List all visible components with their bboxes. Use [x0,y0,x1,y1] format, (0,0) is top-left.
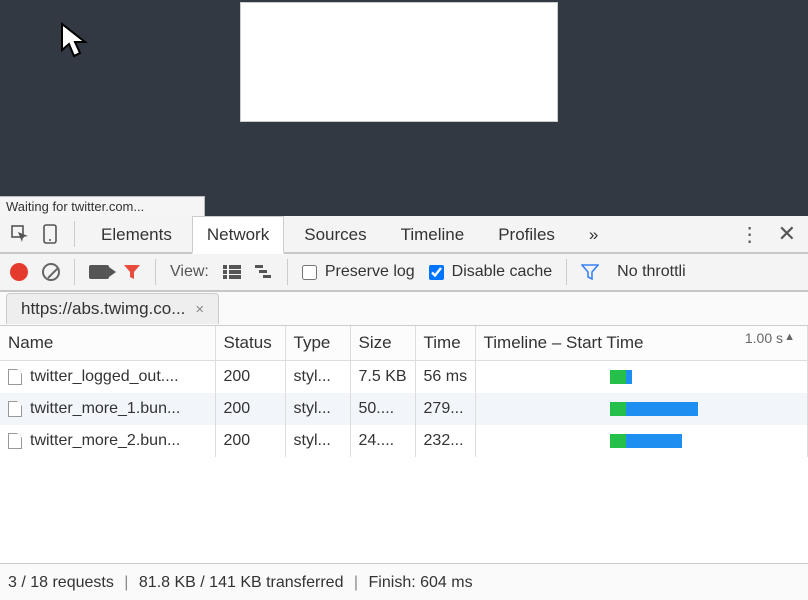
table-row[interactable]: twitter_more_2.bun...200styl...24....232… [0,425,808,457]
footer-transferred: 81.8 KB / 141 KB transferred [139,574,344,591]
tab-profiles[interactable]: Profiles [484,217,569,252]
timeline-wait-bar [610,370,626,384]
cell-timeline [476,425,808,457]
devtools-tabs-bar: Elements Network Sources Timeline Profil… [0,216,808,254]
col-header-size[interactable]: Size [350,326,415,361]
timeline-wait-bar [610,402,626,416]
col-header-status[interactable]: Status [215,326,285,361]
tab-sources[interactable]: Sources [290,217,380,252]
timeline-download-bar [626,370,632,384]
file-icon [8,433,22,449]
disable-cache-label: Disable cache [452,263,553,281]
browser-status-text: Waiting for twitter.com... [0,196,205,216]
throttle-filter-icon[interactable] [581,263,599,281]
cell-status: 200 [215,425,285,457]
network-status-bar: 3 / 18 requests | 81.8 KB / 141 KB trans… [0,563,808,600]
cell-status: 200 [215,361,285,393]
separator [287,259,288,285]
mouse-cursor-icon [60,22,90,58]
cell-status: 200 [215,393,285,425]
cell-size: 7.5 KB [350,361,415,393]
table-row[interactable]: twitter_more_1.bun...200styl...50....279… [0,393,808,425]
view-list-icon[interactable] [223,265,241,279]
screenshot-button-icon[interactable] [89,265,109,279]
cell-time: 56 ms [415,361,476,393]
col-header-time[interactable]: Time [415,326,475,361]
browser-viewport: Waiting for twitter.com... [0,0,808,216]
col-header-type[interactable]: Type [285,326,350,361]
col-header-timeline-label: Timeline – Start Time [484,333,644,352]
disable-cache-checkbox[interactable]: Disable cache [429,263,553,281]
cell-type: styl... [285,393,350,425]
disable-cache-input[interactable] [429,265,444,280]
separator [155,259,156,285]
cell-name: twitter_logged_out.... [0,361,215,393]
preserve-log-checkbox[interactable]: Preserve log [302,263,415,281]
timeline-wait-bar [610,434,626,448]
footer-finish: Finish: 604 ms [369,574,473,591]
cell-type: styl... [285,361,350,393]
network-table-body: twitter_logged_out....200styl...7.5 KB56… [0,361,808,457]
cell-time: 279... [415,393,476,425]
cell-name: twitter_more_1.bun... [0,393,215,425]
cell-type: styl... [285,425,350,457]
tab-network[interactable]: Network [192,216,284,254]
timeline-tick-label: 1.00 s [745,330,783,346]
cell-timeline [476,393,808,425]
cell-size: 50.... [350,393,415,425]
timeline-download-bar [626,402,698,416]
tab-overflow[interactable]: » [575,217,612,252]
request-tab[interactable]: https://abs.twimg.co... × [6,293,219,324]
page-content-box [240,2,558,122]
preserve-log-input[interactable] [302,265,317,280]
inspect-element-icon[interactable] [8,222,32,246]
sort-arrow-icon: ▲ [784,331,795,343]
footer-requests: 3 / 18 requests [8,574,114,591]
timeline-download-bar [626,434,683,448]
file-icon [8,401,22,417]
kebab-menu-icon[interactable]: ⋮ [740,222,760,247]
device-mode-icon[interactable] [38,222,62,246]
request-tabs-row: https://abs.twimg.co... × [0,292,808,326]
separator [74,221,75,247]
throttle-select[interactable]: No throttli [617,263,685,281]
table-row[interactable]: twitter_logged_out....200styl...7.5 KB56… [0,361,808,393]
col-header-name[interactable]: Name [0,326,215,361]
cell-time: 232... [415,425,476,457]
clear-button-icon[interactable] [42,263,60,281]
col-header-timeline[interactable]: Timeline – Start Time 1.00 s ▲ [475,326,808,361]
separator [74,259,75,285]
network-table: Name Status Type Size Time Timeline – St… [0,326,808,361]
cell-size: 24.... [350,425,415,457]
file-icon [8,369,22,385]
view-label: View: [170,263,209,281]
tab-elements[interactable]: Elements [87,217,186,252]
filter-icon[interactable] [123,263,141,281]
separator [566,259,567,285]
cell-name: twitter_more_2.bun... [0,425,215,457]
cell-timeline [476,361,808,393]
request-tab-label: https://abs.twimg.co... [21,299,185,319]
close-devtools-icon[interactable]: ✕ [778,221,796,247]
network-toolbar: View: Preserve log Disable cache No thro… [0,254,808,292]
tab-timeline[interactable]: Timeline [387,217,479,252]
request-tab-close-icon[interactable]: × [195,301,204,318]
table-header-row: Name Status Type Size Time Timeline – St… [0,326,808,361]
record-button-icon[interactable] [10,263,28,281]
view-waterfall-icon[interactable] [255,265,273,279]
preserve-log-label: Preserve log [325,263,415,281]
